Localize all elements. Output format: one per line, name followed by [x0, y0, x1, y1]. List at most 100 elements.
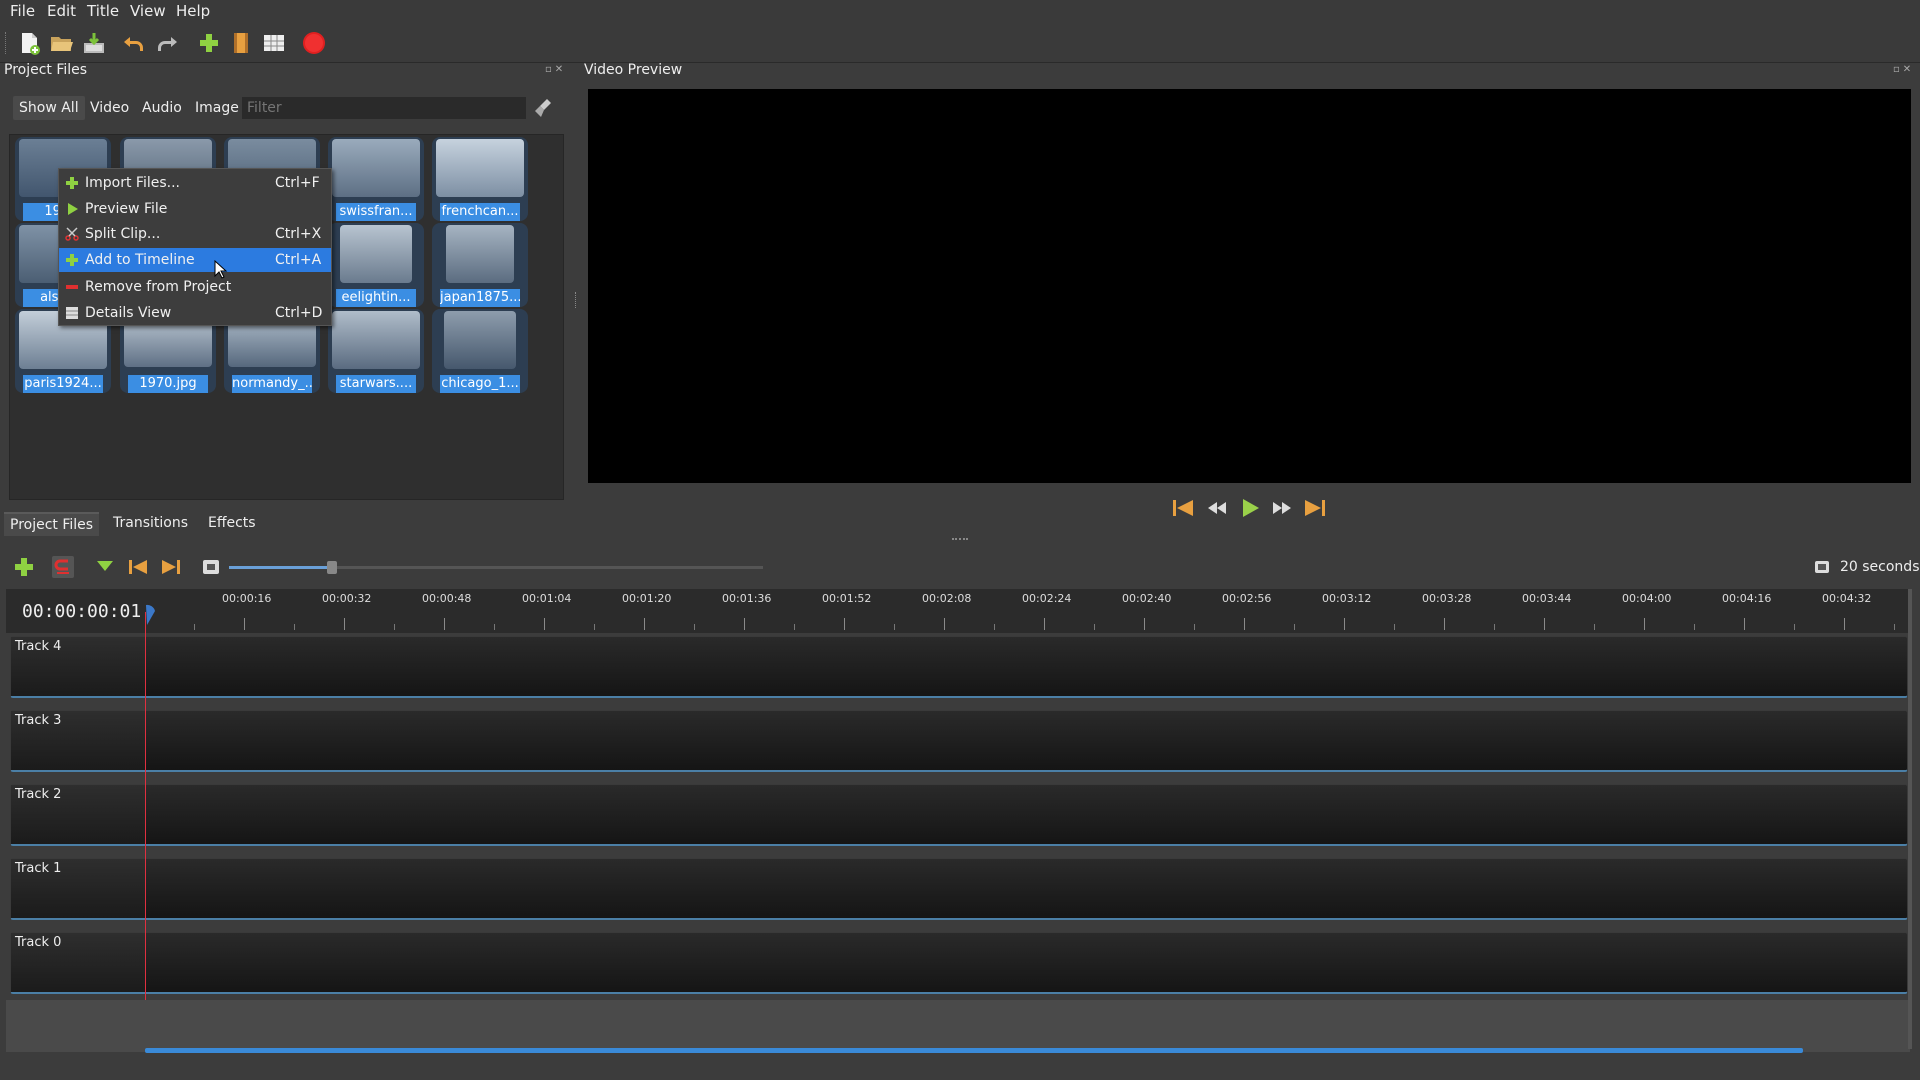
- mouse-cursor-icon: [214, 259, 228, 280]
- details-icon: [66, 307, 78, 319]
- filter-image-button[interactable]: Image: [189, 96, 245, 120]
- choose-profile-icon[interactable]: [229, 31, 253, 55]
- ruler-label: 00:03:44: [1522, 592, 1572, 605]
- track-header[interactable]: Track 2: [11, 785, 145, 844]
- menu-help[interactable]: Help: [176, 2, 210, 20]
- file-item[interactable]: japan1875...: [432, 223, 528, 307]
- file-item[interactable]: frenchcan...: [432, 137, 528, 221]
- ruler-tick: [644, 618, 645, 630]
- panel-splitter[interactable]: [575, 292, 578, 308]
- ruler-label: 00:00:16: [222, 592, 272, 605]
- jump-to-end-icon[interactable]: [1303, 496, 1327, 520]
- track-row[interactable]: Track 3: [10, 710, 1908, 772]
- tab-transitions[interactable]: Transitions: [107, 512, 194, 534]
- zoom-slider-handle[interactable]: [327, 561, 337, 574]
- filter-video-button[interactable]: Video: [84, 96, 135, 120]
- filter-input[interactable]: [242, 97, 526, 119]
- ruler-tick: [244, 618, 245, 630]
- track-name: Track 3: [15, 713, 62, 728]
- ctx-split-clip[interactable]: Split Clip... Ctrl+X: [59, 222, 331, 246]
- dock-splitter[interactable]: [952, 538, 968, 542]
- filter-audio-button[interactable]: Audio: [136, 96, 188, 120]
- tab-effects[interactable]: Effects: [202, 512, 262, 534]
- track-name: Track 1: [15, 861, 62, 876]
- zoom-level-label: 20 seconds: [1840, 559, 1920, 575]
- timeline-vertical-scrollbar[interactable]: [1908, 589, 1912, 1049]
- track-row[interactable]: Track 4: [10, 636, 1908, 698]
- track-row[interactable]: Track 0: [10, 932, 1908, 994]
- ctx-import-files[interactable]: Import Files... Ctrl+F: [59, 171, 331, 195]
- ruler-tick: [294, 624, 295, 630]
- fast-forward-icon[interactable]: [1270, 496, 1294, 520]
- track-header[interactable]: Track 3: [11, 711, 145, 770]
- undo-icon[interactable]: [122, 31, 146, 55]
- export-video-icon[interactable]: [302, 31, 326, 55]
- file-item[interactable]: chicago_1...: [432, 309, 528, 393]
- next-marker-icon[interactable]: [160, 556, 182, 578]
- clear-filter-icon[interactable]: [533, 97, 555, 119]
- file-label: chicago_1...: [440, 375, 520, 393]
- track-row[interactable]: Track 1: [10, 858, 1908, 920]
- track-header[interactable]: Track 1: [11, 859, 145, 918]
- ruler-tick: [1294, 624, 1295, 630]
- track-name: Track 4: [15, 639, 62, 654]
- ctx-details-view[interactable]: Details View Ctrl+D: [59, 301, 331, 325]
- track-header[interactable]: Track 4: [11, 637, 145, 696]
- snapping-icon[interactable]: [52, 556, 74, 578]
- import-files-icon[interactable]: [197, 31, 221, 55]
- track-header[interactable]: Track 0: [11, 933, 145, 992]
- open-project-icon[interactable]: [49, 31, 73, 55]
- add-marker-icon[interactable]: [94, 556, 116, 578]
- save-project-icon[interactable]: [82, 31, 106, 55]
- ruler-label: 00:04:00: [1622, 592, 1672, 605]
- menu-title[interactable]: Title: [87, 2, 119, 20]
- file-item[interactable]: eelightin...: [328, 223, 424, 307]
- track-row[interactable]: Track 2: [10, 784, 1908, 846]
- timecode-display: 00:00:00:01: [22, 601, 142, 622]
- ruler-label: 00:00:32: [322, 592, 372, 605]
- playhead-line: [145, 612, 146, 1006]
- file-thumbnail: [332, 311, 420, 369]
- ctx-remove-from-project[interactable]: Remove from Project: [59, 275, 331, 299]
- ruler-tick: [1594, 624, 1595, 630]
- previous-marker-icon[interactable]: [127, 556, 149, 578]
- menu-view[interactable]: View: [130, 2, 166, 20]
- ruler-tick: [1094, 624, 1095, 630]
- file-thumbnail: [228, 319, 316, 367]
- tab-project-files[interactable]: Project Files: [4, 512, 100, 536]
- new-project-icon[interactable]: [17, 31, 41, 55]
- project-files-dock-buttons[interactable]: ▫✕: [545, 64, 566, 75]
- zoom-fit-icon[interactable]: [200, 556, 222, 578]
- file-thumbnail: [124, 319, 212, 367]
- ruler-label: 00:02:56: [1222, 592, 1272, 605]
- file-thumbnail: [332, 139, 420, 197]
- filter-show-all-button[interactable]: Show All: [13, 96, 85, 120]
- file-item[interactable]: swissfran...: [328, 137, 424, 221]
- file-thumbnail: [436, 139, 524, 197]
- add-track-icon[interactable]: [13, 556, 35, 578]
- timeline-empty-area: [6, 1000, 1910, 1052]
- rewind-icon[interactable]: [1205, 496, 1229, 520]
- ctx-preview-file[interactable]: Preview File: [59, 197, 331, 221]
- redo-icon[interactable]: [155, 31, 179, 55]
- ruler-tick: [494, 624, 495, 630]
- zoom-slider-track[interactable]: [229, 566, 333, 569]
- plus-icon: [66, 177, 78, 189]
- fullscreen-icon[interactable]: [262, 31, 286, 55]
- file-label: frenchcan...: [440, 203, 520, 221]
- ruler-tick: [1844, 618, 1845, 630]
- ruler-label: 00:01:52: [822, 592, 872, 605]
- ctx-add-to-timeline[interactable]: Add to Timeline Ctrl+A: [59, 248, 331, 272]
- jump-to-start-icon[interactable]: [1171, 496, 1195, 520]
- ruler-tick: [1394, 624, 1395, 630]
- ruler-tick: [1644, 618, 1645, 630]
- menu-edit[interactable]: Edit: [47, 2, 76, 20]
- play-icon[interactable]: [1238, 496, 1262, 520]
- timeline-horizontal-scrollbar[interactable]: [145, 1048, 1803, 1053]
- file-item[interactable]: starwars....: [328, 309, 424, 393]
- video-preview-dock-buttons[interactable]: ▫✕: [1893, 64, 1914, 75]
- ruler-tick: [194, 624, 195, 630]
- file-thumbnail: [340, 225, 412, 283]
- ruler-tick: [1444, 618, 1445, 630]
- menu-file[interactable]: File: [10, 2, 35, 20]
